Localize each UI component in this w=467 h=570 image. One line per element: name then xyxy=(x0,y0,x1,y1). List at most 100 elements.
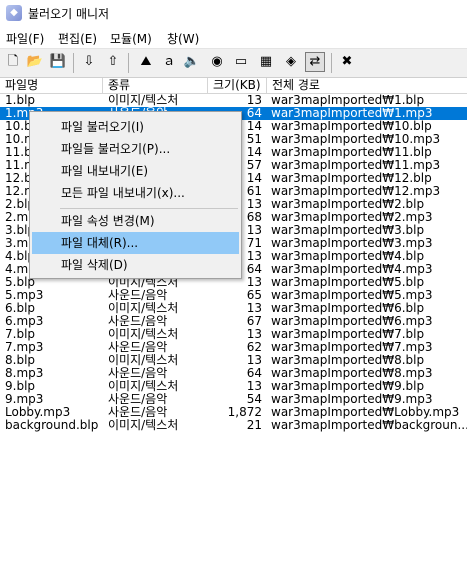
file-type-cell: 이미지/텍스처 xyxy=(108,94,179,107)
file-path-cell: war3mapImported₩7.blp xyxy=(271,328,425,341)
file-path-cell: war3mapImported₩1.mp3 xyxy=(271,107,433,120)
menu-bar: 파일(F) 편집(E) 모듈(M) 창(W) xyxy=(0,26,467,49)
table-row[interactable]: 7.blp 이미지/텍스처 13 war3mapImported₩7.blp xyxy=(0,328,467,341)
context-menu: 파일 불러오기(I) 파일들 불러오기(P)... 파일 내보내기(E) 모든 … xyxy=(29,111,242,279)
file-path-cell: war3mapImported₩12.blp xyxy=(271,172,432,185)
delete-file-icon[interactable]: ✖ xyxy=(337,52,357,72)
file-type-cell: 이미지/텍스처 xyxy=(108,380,179,393)
menu-item-import-files[interactable]: 파일들 불러오기(P)... xyxy=(32,138,239,160)
table-row[interactable]: 6.mp3 사운드/음악 67 war3mapImported₩6.mp3 xyxy=(0,315,467,328)
texture-icon[interactable]: ａ xyxy=(159,52,179,72)
file-name-cell: Lobby.mp3 xyxy=(5,406,71,419)
table-row[interactable]: 8.mp3 사운드/음악 64 war3mapImported₩8.mp3 xyxy=(0,367,467,380)
file-name-cell: background.blp xyxy=(5,419,99,432)
table-row[interactable]: Lobby.mp3 사운드/음악 1,872 war3mapImported₩Lobb… xyxy=(0,406,467,419)
file-path-cell: war3mapImported₩10.mp3 xyxy=(271,133,441,146)
file-path-cell: war3mapImported₩12.mp3 xyxy=(271,185,441,198)
table-row[interactable]: background.blp 이미지/텍스처 21 war3mapImported₩b… xyxy=(0,419,467,432)
table-row[interactable]: 7.mp3 사운드/음악 62 war3mapImported₩7.mp3 xyxy=(0,341,467,354)
file-type-cell: 사운드/음악 xyxy=(108,289,168,302)
file-path-cell: war3mapImported₩2.mp3 xyxy=(271,211,433,224)
file-path-cell: war3mapImported₩4.mp3 xyxy=(271,263,433,276)
import-icon[interactable]: ⇩ xyxy=(79,52,99,72)
file-name-cell: 6.blp xyxy=(5,302,36,315)
menu-item-replace-file[interactable]: 파일 대체(R)... xyxy=(32,232,239,254)
model-icon[interactable]: ⛰ xyxy=(136,52,156,72)
file-path-cell: war3mapImported₩9.mp3 xyxy=(271,393,433,406)
menu-file[interactable]: 파일(F) xyxy=(6,30,44,47)
menu-item-import-file[interactable]: 파일 불러오기(I) xyxy=(32,116,239,138)
toolbar-separator xyxy=(73,53,74,73)
column-header-path[interactable]: 전체 경로 xyxy=(267,78,467,93)
file-size-cell: 13 xyxy=(246,94,262,107)
icon-image-icon[interactable]: ▦ xyxy=(256,52,276,72)
table-row[interactable]: 1.blp 이미지/텍스처 13 war3mapImported₩1.blp xyxy=(0,94,467,107)
menu-item-delete-file[interactable]: 파일 삭제(D) xyxy=(32,254,239,276)
file-path-cell: war3mapImported₩9.blp xyxy=(271,380,425,393)
file-name-cell: 5.mp3 xyxy=(5,289,44,302)
file-name-cell: 1.blp xyxy=(5,94,36,107)
export-icon[interactable]: ⇧ xyxy=(103,52,123,72)
new-file-icon[interactable]: 🗋 xyxy=(3,52,23,72)
file-name-cell: 7.blp xyxy=(5,328,36,341)
toolbar-separator xyxy=(331,53,332,73)
file-type-cell: 이미지/텍스처 xyxy=(108,302,179,315)
menu-item-file-properties[interactable]: 파일 속성 변경(M) xyxy=(32,210,239,232)
file-path-cell: war3mapImported₩3.mp3 xyxy=(271,237,433,250)
file-size-cell: 64 xyxy=(246,367,262,380)
file-path-cell: war3mapImported₩8.blp xyxy=(271,354,425,367)
file-path-cell: war3mapImported₩6.blp xyxy=(271,302,425,315)
file-type-cell: 사운드/음악 xyxy=(108,315,168,328)
sound-icon[interactable]: 🔈 xyxy=(182,52,202,72)
table-row[interactable]: 9.mp3 사운드/음악 54 war3mapImported₩9.mp3 xyxy=(0,393,467,406)
table-row[interactable]: 6.blp 이미지/텍스처 13 war3mapImported₩6.blp xyxy=(0,302,467,315)
file-name-cell: 7.mp3 xyxy=(5,341,44,354)
file-size-cell: 67 xyxy=(246,315,262,328)
file-name-cell: 8.blp xyxy=(5,354,36,367)
file-type-cell: 이미지/텍스처 xyxy=(108,419,179,432)
file-path-cell: war3mapImported₩1.blp xyxy=(271,94,425,107)
file-size-cell: 54 xyxy=(246,393,262,406)
file-path-cell: war3mapImported₩7.mp3 xyxy=(271,341,433,354)
table-row[interactable]: 5.mp3 사운드/음악 65 war3mapImported₩5.mp3 xyxy=(0,289,467,302)
file-name-cell: 6.mp3 xyxy=(5,315,44,328)
file-path-cell: war3mapImported₩3.blp xyxy=(271,224,425,237)
file-size-cell: 13 xyxy=(246,302,262,315)
file-path-cell: war3mapImported₩Lobby.mp3 xyxy=(271,406,460,419)
file-path-cell: war3mapImported₩4.blp xyxy=(271,250,425,263)
file-size-cell: 65 xyxy=(246,289,262,302)
menu-item-export-all[interactable]: 모든 파일 내보내기(x)... xyxy=(32,182,239,204)
menu-edit[interactable]: 편집(E) xyxy=(58,30,97,47)
file-path-cell: war3mapImported₩5.blp xyxy=(271,276,425,289)
table-row[interactable]: 8.blp 이미지/텍스처 13 war3mapImported₩8.blp xyxy=(0,354,467,367)
skin-icon[interactable]: ▭ xyxy=(231,52,251,72)
menu-separator xyxy=(60,208,238,209)
menu-window[interactable]: 창(W) xyxy=(167,30,199,47)
column-header-name[interactable]: 파일명 xyxy=(0,78,103,93)
save-icon[interactable]: 💾 xyxy=(48,52,68,72)
menu-module[interactable]: 모듈(M) xyxy=(110,30,152,47)
file-path-cell: war3mapImported₩8.mp3 xyxy=(271,367,433,380)
file-type-cell: 이미지/텍스처 xyxy=(108,328,179,341)
file-path-cell: war3mapImported₩10.blp xyxy=(271,120,432,133)
window-title: 불러오기 매니저 xyxy=(28,7,110,21)
file-path-cell: war3mapImported₩backgroun... xyxy=(271,419,467,432)
file-path-cell: war3mapImported₩2.blp xyxy=(271,198,425,211)
file-path-cell: war3mapImported₩11.mp3 xyxy=(271,159,441,172)
column-header-size[interactable]: 크기(KB) xyxy=(208,78,267,93)
file-type-cell: 이미지/텍스처 xyxy=(108,354,179,367)
file-path-cell: war3mapImported₩11.blp xyxy=(271,146,432,159)
file-name-cell: 8.mp3 xyxy=(5,367,44,380)
table-row[interactable]: 9.blp 이미지/텍스처 13 war3mapImported₩9.blp xyxy=(0,380,467,393)
script-icon[interactable]: ◉ xyxy=(207,52,227,72)
list-header: 파일명 종류 크기(KB) 전체 경로 xyxy=(0,78,467,94)
toolbar-separator xyxy=(128,53,129,73)
replace-file-icon[interactable]: ⇄ xyxy=(305,52,325,72)
material-icon[interactable]: ◈ xyxy=(281,52,301,72)
menu-item-export-file[interactable]: 파일 내보내기(E) xyxy=(32,160,239,182)
toolbar: 🗋 📂 💾 ⇩ ⇧ ⛰ ａ 🔈 ◉ ▭ ▦ ◈ ⇄ ✖ xyxy=(0,49,467,78)
file-path-cell: war3mapImported₩5.mp3 xyxy=(271,289,433,302)
open-folder-icon[interactable]: 📂 xyxy=(25,52,45,72)
column-header-type[interactable]: 종류 xyxy=(103,78,208,93)
file-size-cell: 13 xyxy=(246,328,262,341)
